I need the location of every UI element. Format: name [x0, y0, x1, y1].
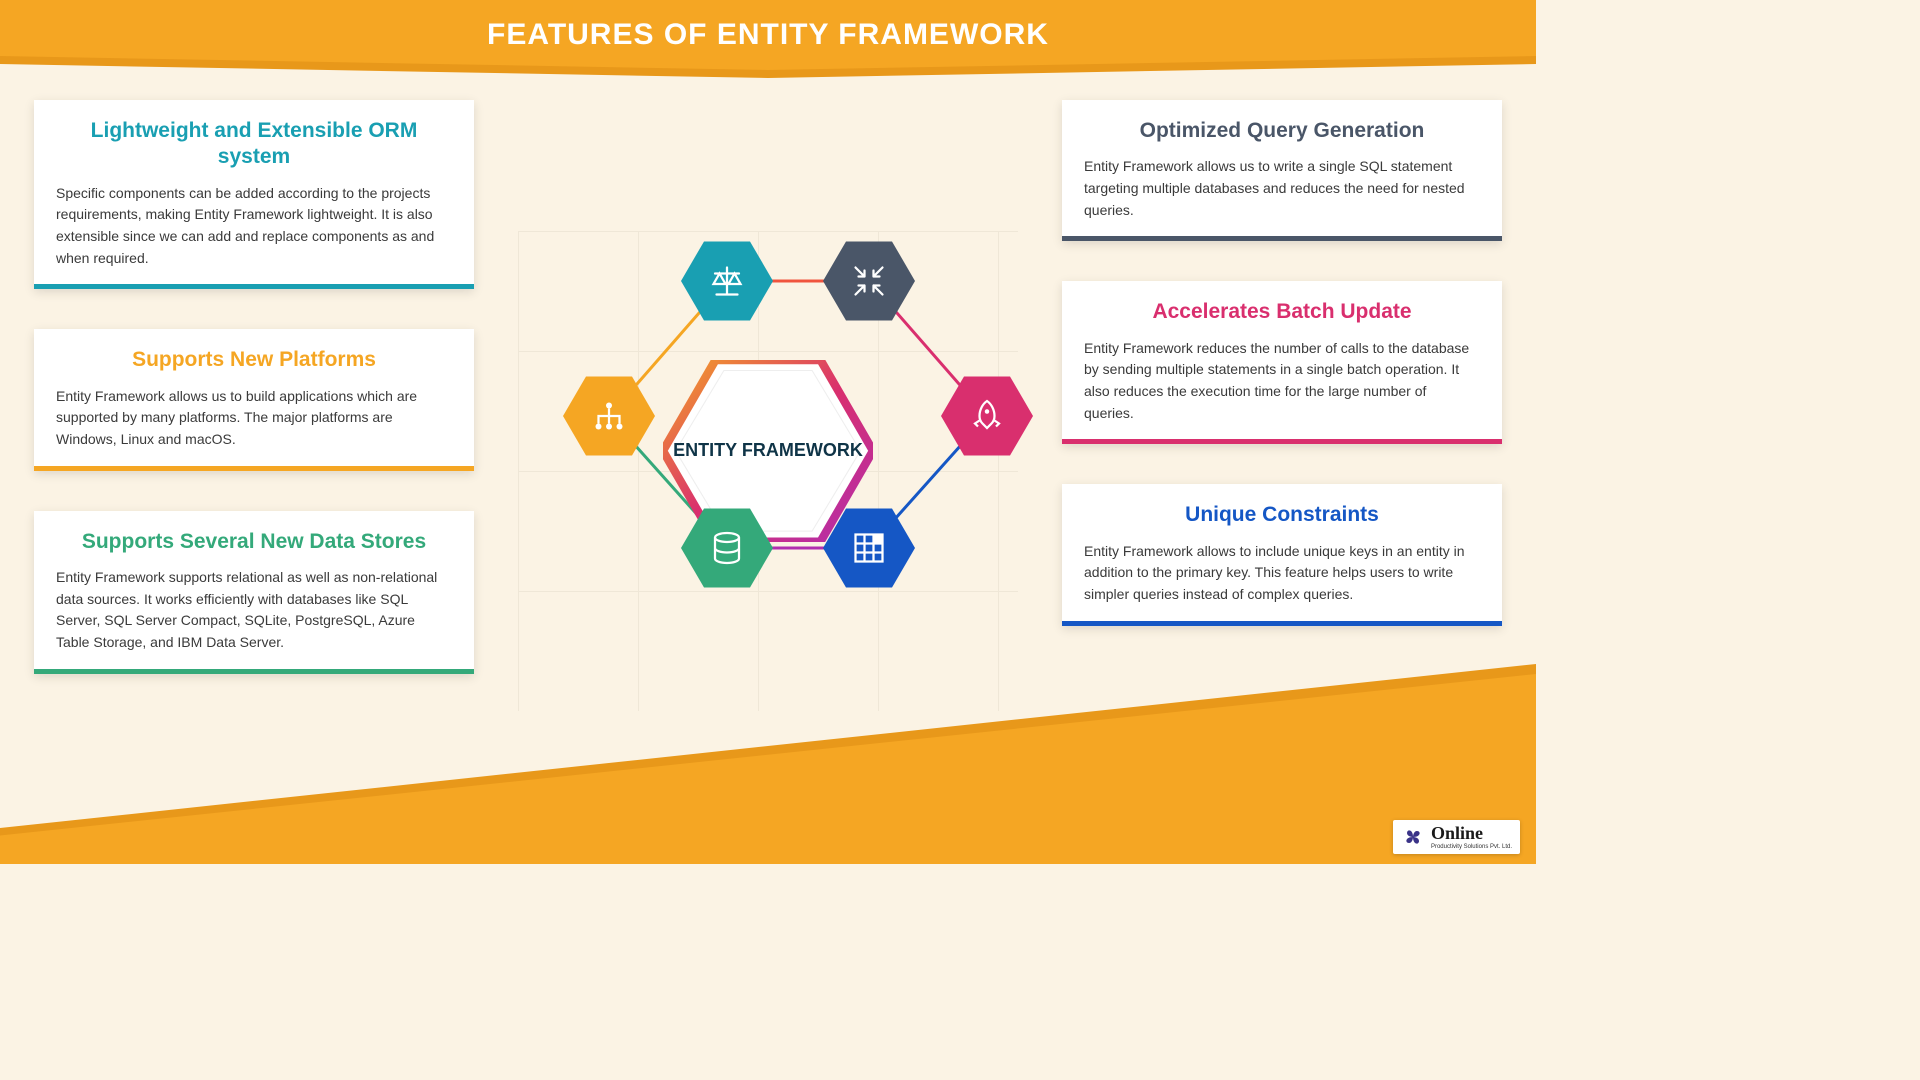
header-banner: FEATURES OF ENTITY FRAMEWORK	[0, 0, 1536, 70]
feature-card-constraints: Unique Constraints Entity Framework allo…	[1062, 484, 1502, 625]
card-title: Optimized Query Generation	[1084, 118, 1480, 144]
card-underline	[1062, 236, 1502, 241]
database-icon	[709, 530, 745, 566]
grid-icon	[851, 530, 887, 566]
card-body: Entity Framework allows us to write a si…	[1084, 156, 1480, 221]
card-body: Entity Framework allows to include uniqu…	[1084, 541, 1480, 606]
main-area: Lightweight and Extensible ORM system Sp…	[0, 78, 1536, 864]
hierarchy-icon	[591, 398, 627, 434]
card-title: Unique Constraints	[1084, 502, 1480, 528]
feature-card-datastores: Supports Several New Data Stores Entity …	[34, 511, 474, 674]
collapse-icon	[851, 263, 887, 299]
feature-card-orm: Lightweight and Extensible ORM system Sp…	[34, 100, 474, 289]
card-body: Entity Framework allows us to build appl…	[56, 386, 452, 451]
card-underline	[1062, 439, 1502, 444]
card-title: Lightweight and Extensible ORM system	[56, 118, 452, 171]
logo-text-wrap: Online Productivity Solutions Pvt. Ltd.	[1431, 824, 1512, 850]
node-orm	[681, 241, 773, 321]
card-title: Supports Several New Data Stores	[56, 529, 452, 555]
card-title: Accelerates Batch Update	[1084, 299, 1480, 325]
logo-subtitle: Productivity Solutions Pvt. Ltd.	[1431, 844, 1512, 850]
card-body: Entity Framework reduces the number of c…	[1084, 338, 1480, 425]
center-label: ENTITY FRAMEWORK	[673, 440, 863, 462]
card-underline	[1062, 621, 1502, 626]
card-underline	[34, 284, 474, 289]
node-datastores	[681, 508, 773, 588]
logo-name: Online	[1431, 823, 1483, 843]
pinwheel-icon	[1401, 825, 1425, 849]
center-diagram: ENTITY FRAMEWORK	[563, 246, 973, 656]
card-body: Specific components can be added accordi…	[56, 183, 452, 270]
scale-icon	[709, 263, 745, 299]
feature-card-platforms: Supports New Platforms Entity Framework …	[34, 329, 474, 470]
node-query	[823, 241, 915, 321]
page-title: FEATURES OF ENTITY FRAMEWORK	[487, 18, 1049, 52]
node-batch	[941, 376, 1033, 456]
node-platforms	[563, 376, 655, 456]
node-constraints	[823, 508, 915, 588]
left-column: Lightweight and Extensible ORM system Sp…	[34, 100, 474, 674]
card-title: Supports New Platforms	[56, 347, 452, 373]
card-underline	[34, 669, 474, 674]
right-column: Optimized Query Generation Entity Framew…	[1062, 100, 1502, 626]
rocket-icon	[969, 398, 1005, 434]
card-underline	[34, 466, 474, 471]
brand-logo: Online Productivity Solutions Pvt. Ltd.	[1393, 820, 1520, 854]
header: FEATURES OF ENTITY FRAMEWORK	[0, 0, 1536, 78]
feature-card-query: Optimized Query Generation Entity Framew…	[1062, 100, 1502, 241]
card-body: Entity Framework supports relational as …	[56, 567, 452, 654]
feature-card-batch: Accelerates Batch Update Entity Framewor…	[1062, 281, 1502, 444]
